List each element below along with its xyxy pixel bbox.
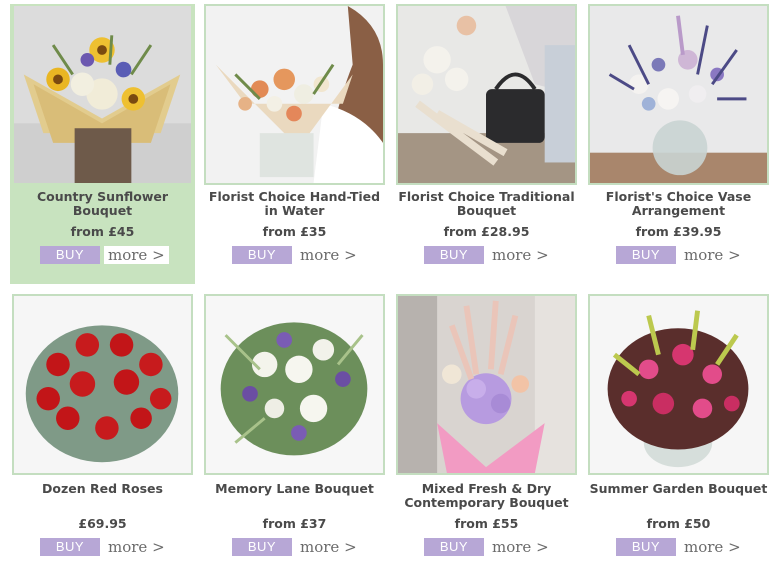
product-card-hand-tied-water[interactable]: Florist Choice Hand-Tied in Water from £… xyxy=(202,4,387,284)
product-price: from £28.95 xyxy=(443,224,530,239)
product-card-mixed-fresh-dry[interactable]: Mixed Fresh & Dry Contemporary Bouquet f… xyxy=(394,294,579,563)
product-price: from £55 xyxy=(454,516,519,531)
product-price: from £50 xyxy=(646,516,711,531)
memory-lane-bouquet-image[interactable] xyxy=(204,294,385,475)
buy-button[interactable]: BUY xyxy=(424,246,484,264)
product-card-summer-garden[interactable]: Summer Garden Bouquet from £50 BUY more … xyxy=(586,294,771,563)
product-price: from £35 xyxy=(262,224,327,239)
buy-button[interactable]: BUY xyxy=(616,538,676,556)
more-link[interactable]: more > xyxy=(296,538,361,556)
buy-button[interactable]: BUY xyxy=(616,246,676,264)
more-link[interactable]: more > xyxy=(488,538,553,556)
buy-button[interactable]: BUY xyxy=(232,538,292,556)
buy-button[interactable]: BUY xyxy=(40,246,100,264)
product-card-dozen-red-roses[interactable]: Dozen Red Roses £69.95 BUY more > xyxy=(10,294,195,563)
product-actions: BUY more > xyxy=(424,538,553,556)
more-link[interactable]: more > xyxy=(680,538,745,556)
product-price: from £45 xyxy=(70,224,135,239)
more-link[interactable]: more > xyxy=(296,246,361,264)
product-actions: BUY more > xyxy=(40,246,169,264)
sunflower-bouquet-image[interactable] xyxy=(12,4,193,185)
buy-button[interactable]: BUY xyxy=(424,538,484,556)
product-price: £69.95 xyxy=(78,516,127,531)
product-card-vase-arrangement[interactable]: Florist's Choice Vase Arrangement from £… xyxy=(586,4,771,284)
fresh-dry-bouquet-image[interactable] xyxy=(396,294,577,475)
product-price: from £39.95 xyxy=(635,224,722,239)
summer-garden-bouquet-image[interactable] xyxy=(588,294,769,475)
product-actions: BUY more > xyxy=(232,246,361,264)
hand-tied-bouquet-image[interactable] xyxy=(204,4,385,185)
red-roses-image[interactable] xyxy=(12,294,193,475)
buy-button[interactable]: BUY xyxy=(40,538,100,556)
product-actions: BUY more > xyxy=(40,538,169,556)
product-title[interactable]: Memory Lane Bouquet xyxy=(204,482,385,496)
product-actions: BUY more > xyxy=(424,246,553,264)
product-title[interactable]: Country Sunflower Bouquet xyxy=(12,190,193,218)
product-title[interactable]: Florist Choice Hand-Tied in Water xyxy=(204,190,385,218)
product-card-country-sunflower[interactable]: Country Sunflower Bouquet from £45 BUY m… xyxy=(10,4,195,284)
product-title[interactable]: Mixed Fresh & Dry Contemporary Bouquet xyxy=(396,482,577,510)
product-actions: BUY more > xyxy=(616,246,745,264)
product-grid: Country Sunflower Bouquet from £45 BUY m… xyxy=(10,4,771,563)
buy-button[interactable]: BUY xyxy=(232,246,292,264)
product-title[interactable]: Florist Choice Traditional Bouquet xyxy=(396,190,577,218)
product-actions: BUY more > xyxy=(616,538,745,556)
product-card-traditional[interactable]: Florist Choice Traditional Bouquet from … xyxy=(394,4,579,284)
product-card-memory-lane[interactable]: Memory Lane Bouquet from £37 BUY more > xyxy=(202,294,387,563)
product-title[interactable]: Florist's Choice Vase Arrangement xyxy=(588,190,769,218)
product-title[interactable]: Dozen Red Roses xyxy=(12,482,193,496)
more-link[interactable]: more > xyxy=(488,246,553,264)
product-title[interactable]: Summer Garden Bouquet xyxy=(588,482,769,496)
product-actions: BUY more > xyxy=(232,538,361,556)
product-price: from £37 xyxy=(262,516,327,531)
more-link[interactable]: more > xyxy=(680,246,745,264)
more-link[interactable]: more > xyxy=(104,538,169,556)
more-link[interactable]: more > xyxy=(104,246,169,264)
traditional-bouquet-image[interactable] xyxy=(396,4,577,185)
vase-arrangement-image[interactable] xyxy=(588,4,769,185)
